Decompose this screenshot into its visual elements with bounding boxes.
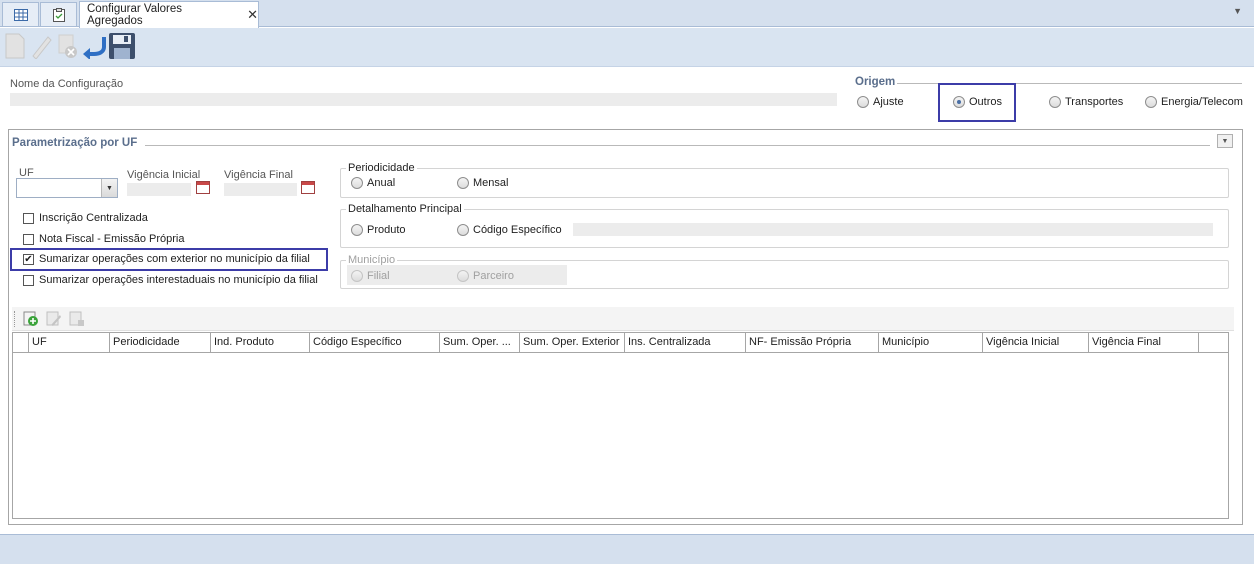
radio-parceiro[interactable]: Parceiro <box>457 270 514 282</box>
param-title: Parametrização por UF <box>12 137 138 149</box>
calendar-icon[interactable] <box>196 181 210 194</box>
edit-row-button[interactable] <box>46 311 62 330</box>
radio-circle <box>457 224 469 236</box>
chevron-down-icon: ▼ <box>1221 137 1229 145</box>
delete-row-icon <box>69 311 84 326</box>
radio-circle <box>1145 96 1157 108</box>
column-header[interactable]: Sum. Oper. Exterior <box>520 333 625 353</box>
new-button[interactable] <box>1 31 29 61</box>
vigencia-final-input[interactable] <box>224 183 297 196</box>
add-row-icon <box>23 311 38 326</box>
status-bar <box>0 534 1254 564</box>
grid-icon <box>13 8 28 21</box>
checkbox-box <box>23 212 34 224</box>
origem-title: Origem <box>855 76 896 88</box>
radio-anual[interactable]: Anual <box>351 177 395 189</box>
highlight-outros <box>938 83 1016 122</box>
toolbar-grip <box>14 311 16 327</box>
radio-circle <box>857 96 869 108</box>
save-button[interactable] <box>108 31 136 61</box>
codigo-especifico-input[interactable] <box>573 223 1213 236</box>
undo-button[interactable] <box>80 31 108 61</box>
edit-row-icon <box>46 311 61 326</box>
config-name-label: Nome da Configuração <box>10 78 124 90</box>
delete-icon <box>58 34 77 58</box>
detalhamento-title: Detalhamento Principal <box>346 203 464 215</box>
data-grid[interactable]: UF Periodicidade Ind. Produto Código Esp… <box>12 332 1229 519</box>
radio-circle <box>1049 96 1061 108</box>
column-header[interactable]: Município <box>879 333 983 353</box>
radio-circle <box>457 270 469 282</box>
highlight-sumarizar-exterior <box>10 248 328 271</box>
radio-produto[interactable]: Produto <box>351 224 406 236</box>
edit-icon <box>32 36 52 59</box>
new-icon <box>5 33 25 59</box>
column-header[interactable]: Vigência Inicial <box>983 333 1089 353</box>
calendar-icon[interactable] <box>301 181 315 194</box>
add-row-button[interactable] <box>23 311 39 330</box>
radio-circle <box>351 224 363 236</box>
tab-configurar-valores-agregados[interactable]: Configurar Valores Agregados ✕ <box>79 1 259 28</box>
periodicidade-title: Periodicidade <box>346 162 417 174</box>
check-sumarizar-interestaduais[interactable]: Sumarizar operações interestaduais no mu… <box>23 274 318 286</box>
tab-label: Configurar Valores Agregados <box>87 3 183 27</box>
param-divider <box>145 145 1210 146</box>
grid-toolbar <box>12 307 1234 331</box>
column-header[interactable]: Vigência Final <box>1089 333 1199 353</box>
close-icon[interactable]: ✕ <box>247 7 258 23</box>
edit-button[interactable] <box>27 31 55 61</box>
radio-energia-telecom[interactable]: Energia/Telecom <box>1145 96 1243 108</box>
undo-icon <box>83 37 106 59</box>
radio-codigo-especifico[interactable]: Código Específico <box>457 224 562 236</box>
toolbar <box>0 28 1254 67</box>
chevron-down-icon[interactable]: ▼ <box>1233 6 1242 16</box>
radio-filial[interactable]: Filial <box>351 270 390 282</box>
check-inscricao-centralizada[interactable]: Inscrição Centralizada <box>23 212 148 224</box>
tab-bar: Configurar Valores Agregados ✕ ▼ <box>0 0 1254 28</box>
collapse-button[interactable]: ▼ <box>1217 134 1233 148</box>
grid-header: UF Periodicidade Ind. Produto Código Esp… <box>13 333 1228 353</box>
chevron-down-icon[interactable]: ▼ <box>101 179 117 197</box>
column-header[interactable]: UF <box>29 333 110 353</box>
radio-circle <box>351 177 363 189</box>
vigencia-inicial-label: Vigência Inicial <box>127 169 201 181</box>
column-header[interactable]: Sum. Oper. ... <box>440 333 520 353</box>
column-header[interactable]: NF- Emissão Própria <box>746 333 879 353</box>
column-header[interactable]: Ind. Produto <box>211 333 310 353</box>
column-header[interactable]: Periodicidade <box>110 333 211 353</box>
radio-transportes[interactable]: Transportes <box>1049 96 1123 108</box>
radio-ajuste[interactable]: Ajuste <box>857 96 904 108</box>
save-icon <box>109 33 135 59</box>
radio-circle <box>457 177 469 189</box>
checkbox-box <box>23 233 34 245</box>
config-name-input[interactable] <box>10 93 837 106</box>
vigencia-inicial-input[interactable] <box>127 183 191 196</box>
uf-select[interactable]: ▼ <box>16 178 118 198</box>
row-indicator-header <box>13 333 29 353</box>
delete-button[interactable] <box>54 31 82 61</box>
tab-clipboard[interactable] <box>40 2 77 26</box>
column-header[interactable]: Código Específico <box>310 333 440 353</box>
radio-mensal[interactable]: Mensal <box>457 177 508 189</box>
radio-circle <box>351 270 363 282</box>
clipboard-icon <box>52 7 65 22</box>
checkbox-box <box>23 274 34 286</box>
vigencia-final-label: Vigência Final <box>224 169 293 181</box>
check-nota-fiscal[interactable]: Nota Fiscal - Emissão Própria <box>23 233 185 245</box>
tab-grid[interactable] <box>2 2 39 26</box>
delete-row-button[interactable] <box>69 311 85 330</box>
column-header[interactable]: Ins. Centralizada <box>625 333 746 353</box>
